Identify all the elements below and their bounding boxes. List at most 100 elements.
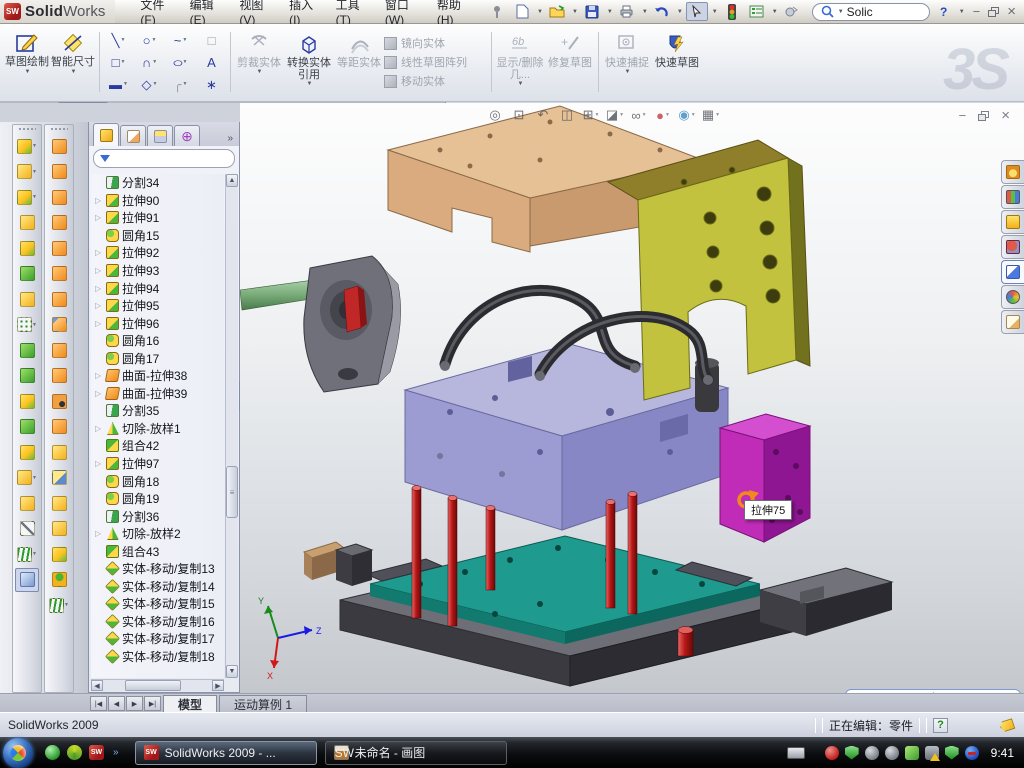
move-copy-body-icon[interactable]: ▼ <box>15 440 39 464</box>
tree-item[interactable]: ▷ 实体-移动/复制14 <box>91 578 224 596</box>
help-icon[interactable]: ? <box>933 2 955 21</box>
menu-item[interactable]: 窗口(W) <box>374 0 426 23</box>
zoom-to-area-icon[interactable]: ⊡▼ <box>510 106 528 124</box>
scroll-up-button[interactable]: ▲ <box>226 174 238 187</box>
sketch-text-icon[interactable]: A▼ <box>196 51 227 73</box>
slot-icon[interactable]: ▬▼ <box>103 73 134 95</box>
tree-item[interactable]: ▷ 曲面-拉伸39 <box>91 385 224 403</box>
tree-item[interactable]: ▷ 实体-移动/复制17 <box>91 630 224 648</box>
circle-icon[interactable]: ○▼ <box>134 29 165 51</box>
expand-arrow-icon[interactable]: ▷ <box>95 248 103 257</box>
traffic-light-icon[interactable] <box>721 2 743 21</box>
filled-surface-icon[interactable]: ▼ <box>47 236 71 260</box>
line-icon[interactable]: ╲▼ <box>103 29 134 51</box>
dimxpertmanager-tab[interactable]: ⊕ <box>174 125 200 146</box>
scroll-right-button[interactable]: ▶ <box>212 680 224 691</box>
expand-arrow-icon[interactable]: ▷ <box>95 424 103 433</box>
solidworks-resources-tab[interactable] <box>1001 235 1024 259</box>
tree-item[interactable]: ▷ 切除-放样2 <box>91 525 224 543</box>
toolbar-grip[interactable] <box>50 127 68 131</box>
expand-arrow-icon[interactable]: ▷ <box>95 284 103 293</box>
tree-item[interactable]: ▷ 拉伸92 <box>91 244 224 262</box>
display-delete-relations-button[interactable]: 6b 显示/删除几...▼ <box>495 28 545 96</box>
planar-surface-icon[interactable]: ▼ <box>47 287 71 311</box>
red-insert[interactable] <box>344 286 361 332</box>
cut-with-surface-icon[interactable]: ▼ <box>15 262 39 286</box>
selection-box-icon[interactable]: □▼ <box>196 29 227 51</box>
propertymanager-tab[interactable] <box>120 125 146 146</box>
doc-restore-button[interactable] <box>978 111 989 121</box>
surface-fillet-icon[interactable]: ▼ <box>47 542 71 566</box>
app-minimize-button[interactable]: − <box>973 5 981 18</box>
dome-icon[interactable]: ▼ <box>47 568 71 592</box>
ruled-surface-icon[interactable]: ▼ <box>47 338 71 362</box>
convert-entities-button[interactable]: 转换实体引用▼ <box>284 28 334 96</box>
tree-horizontal-scrollbar[interactable]: ◀ ▶ <box>91 679 224 691</box>
search-box[interactable]: ▼ Solic <box>812 3 930 21</box>
magenta-insert-block[interactable] <box>720 414 810 542</box>
rectangle-icon[interactable]: □▼ <box>103 51 134 73</box>
undo-icon[interactable] <box>651 2 673 21</box>
document-tab[interactable]: 运动算例 1 <box>219 695 307 712</box>
tree-item[interactable]: ▷ 实体-移动/复制16 <box>91 613 224 631</box>
split-icon[interactable]: ▼ <box>15 389 39 413</box>
tree-item[interactable]: ▷ 圆角17 <box>91 349 224 367</box>
expand-arrow-icon[interactable]: ▷ <box>95 213 103 222</box>
expand-arrow-icon[interactable]: ▷ <box>95 196 103 205</box>
untrim-surface-icon[interactable]: ▼ <box>47 491 71 515</box>
previous-view-icon[interactable]: ↶▼ <box>534 106 552 124</box>
network-warning-icon[interactable] <box>925 746 939 760</box>
point-icon[interactable]: ∗▼ <box>196 73 227 95</box>
offset-surface-icon[interactable]: ▼ <box>47 313 71 337</box>
delete-face-icon[interactable]: ▼ <box>47 389 71 413</box>
tree-item[interactable]: ▷ 圆角15 <box>91 227 224 245</box>
tree-item[interactable]: ▷ 组合42 <box>91 437 224 455</box>
options-list-icon[interactable] <box>746 2 768 21</box>
view-orientation-icon[interactable]: ⊞▼ <box>582 106 600 124</box>
scroll-thumb[interactable]: ≡ <box>226 466 238 518</box>
hscroll-thumb[interactable] <box>125 680 181 691</box>
volume-icon[interactable] <box>885 746 899 760</box>
open-icon[interactable] <box>546 2 568 21</box>
sketch-button[interactable]: 草图绘制▼ <box>4 28 50 96</box>
swept-boss-icon[interactable]: ▼ <box>15 211 39 235</box>
ellipse-icon[interactable]: ○▼ <box>165 51 196 73</box>
small-red-cylinder[interactable] <box>678 627 693 657</box>
apply-scene-icon[interactable]: ◉▼ <box>678 106 696 124</box>
trim-surface-icon[interactable]: ▼ <box>47 466 71 490</box>
hide-show-items-icon[interactable]: ∞▼ <box>630 106 648 124</box>
expand-arrow-icon[interactable]: ▷ <box>95 319 103 328</box>
tree-item[interactable]: ▷ 切除-放样1 <box>91 420 224 438</box>
design-library-tab[interactable] <box>1001 185 1024 209</box>
menu-item[interactable]: 帮助(H) <box>426 0 476 23</box>
tree-item[interactable]: ▷ 拉伸91 <box>91 209 224 227</box>
featuremanager-tab[interactable] <box>93 123 119 146</box>
graphics-viewport[interactable]: Y Z X ◎▼⊡▼↶▼◫▼⊞▼◪▼∞▼●▼◉▼▦▼ − × <box>240 103 1024 693</box>
first-tab-button[interactable]: |◀ <box>90 696 107 711</box>
display-style-icon[interactable]: ◪▼ <box>606 106 624 124</box>
tree-item[interactable]: ▷ 曲面-拉伸38 <box>91 367 224 385</box>
expand-arrow-icon[interactable]: ▷ <box>95 529 103 538</box>
view-palette-tab[interactable] <box>1001 260 1024 284</box>
arc-icon[interactable]: ∩▼ <box>134 51 165 73</box>
instant3d-icon[interactable]: ▼ <box>15 568 39 592</box>
sketch-tool-row[interactable]: 线性草图阵列▼ <box>384 54 488 70</box>
next-tab-button[interactable]: ▶ <box>126 696 143 711</box>
tree-item[interactable]: ▷ 实体-移动/复制13 <box>91 560 224 578</box>
solidworks-launcher-icon[interactable]: SW <box>89 745 104 760</box>
tree-vertical-scrollbar[interactable]: ▲ ≡ ▼ <box>225 174 238 678</box>
linear-pattern-icon[interactable]: ▼ <box>15 313 39 337</box>
panel-chevron[interactable]: » <box>227 133 237 146</box>
tree-item[interactable]: ▷ 实体-移动/复制15 <box>91 595 224 613</box>
tree-item[interactable]: ▷ 分割35 <box>91 402 224 420</box>
offset-entities-button[interactable]: 等距实体 <box>334 28 384 96</box>
small-blocks[interactable] <box>304 542 372 586</box>
sprue-bushing-part[interactable] <box>304 256 401 392</box>
doc-close-button[interactable]: × <box>1001 107 1010 124</box>
update-service-icon[interactable] <box>865 746 879 760</box>
tree-item[interactable]: ▷ 拉伸94 <box>91 279 224 297</box>
last-tab-button[interactable]: ▶| <box>144 696 161 711</box>
tree-item[interactable]: ▷ 拉伸93 <box>91 262 224 280</box>
search-value[interactable]: Solic <box>847 5 873 19</box>
print-icon[interactable] <box>616 2 638 21</box>
